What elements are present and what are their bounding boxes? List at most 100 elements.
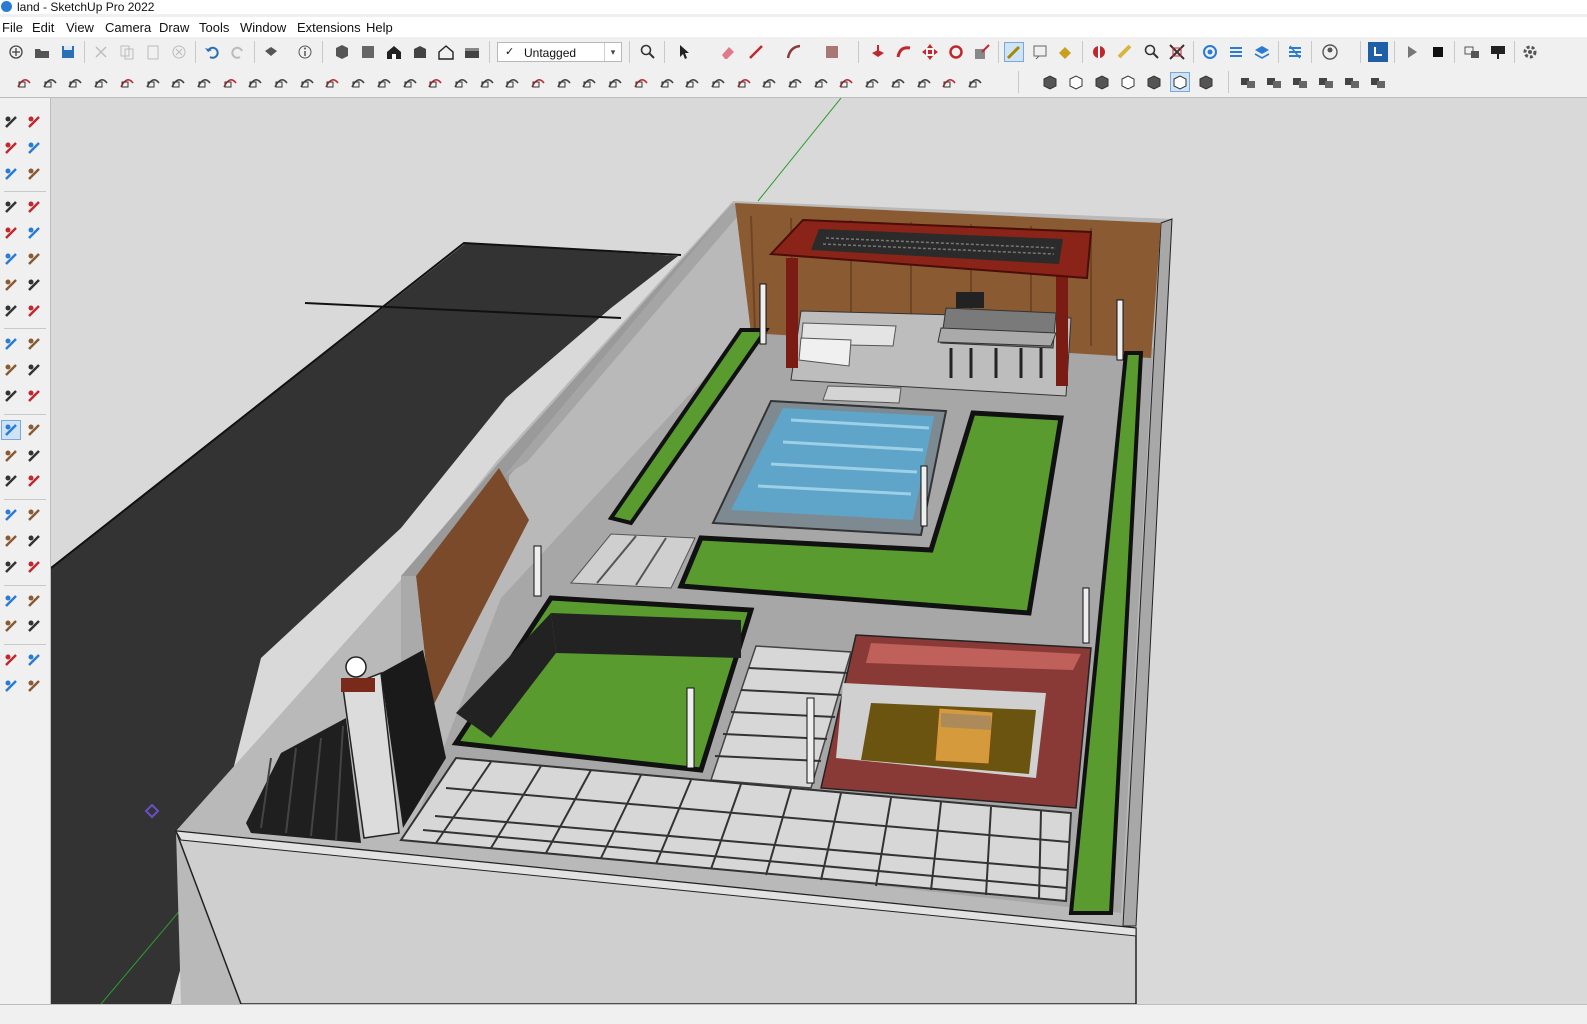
section-plane-icon[interactable] — [1089, 42, 1109, 62]
arc-icon[interactable] — [1, 275, 21, 295]
follow-me-and-keep-icon[interactable] — [400, 72, 420, 92]
chevron-down-icon[interactable]: ▾ — [604, 43, 621, 61]
fredo-scale-icon[interactable] — [502, 72, 522, 92]
axes-icon[interactable] — [1, 471, 21, 491]
circle-on-surface-icon[interactable] — [605, 72, 625, 92]
tag-dropdown[interactable]: ✓ Untagged ▾ — [497, 42, 622, 62]
pie-icon[interactable] — [24, 275, 44, 295]
joint-push-pull-icon[interactable] — [322, 72, 342, 92]
paint-bucket-icon[interactable] — [1055, 42, 1075, 62]
polygon-on-surface-icon[interactable] — [631, 72, 651, 92]
scene-icon[interactable] — [1462, 42, 1482, 62]
fillet-icon[interactable] — [220, 72, 240, 92]
sandbox-from-scratch-icon[interactable] — [40, 72, 60, 92]
styles-icon[interactable] — [1368, 72, 1388, 92]
offset-on-surface-icon[interactable] — [554, 72, 574, 92]
copy-icon[interactable] — [117, 42, 137, 62]
model-info-icon[interactable] — [295, 42, 315, 62]
stop-icon[interactable] — [1428, 42, 1448, 62]
paint-bucket-icon[interactable] — [1, 138, 21, 158]
freehand-icon[interactable] — [24, 197, 44, 217]
flip-edge-icon[interactable] — [168, 72, 188, 92]
lathe-icon[interactable] — [451, 72, 471, 92]
open-icon[interactable] — [32, 42, 52, 62]
menu-view[interactable]: View — [66, 20, 94, 35]
position-camera-icon[interactable] — [1, 591, 21, 611]
arc-icon[interactable] — [784, 42, 804, 62]
two-point-arc-icon[interactable] — [1, 301, 21, 321]
extension-manager-icon[interactable] — [24, 676, 44, 696]
weld-icon[interactable] — [939, 72, 959, 92]
xray-icon[interactable] — [1040, 72, 1060, 92]
zoom-extents-icon[interactable] — [1167, 42, 1187, 62]
make-face-icon[interactable] — [759, 72, 779, 92]
menu-edit[interactable]: Edit — [32, 20, 54, 35]
group-icon[interactable] — [1264, 72, 1284, 92]
line-icon[interactable] — [746, 42, 766, 62]
tape-measure-icon[interactable] — [1, 419, 21, 440]
new-file-icon[interactable] — [6, 42, 26, 62]
rectangle-icon[interactable] — [1, 223, 21, 243]
viewport-canvas[interactable] — [51, 98, 1587, 1004]
extrude-icon[interactable] — [271, 72, 291, 92]
save-icon[interactable] — [58, 42, 78, 62]
shaded-textures-icon[interactable] — [1170, 72, 1190, 92]
layout-icon[interactable] — [1252, 42, 1272, 62]
right-view-icon[interactable] — [410, 42, 430, 62]
arc-on-surface-icon[interactable] — [682, 72, 702, 92]
followme-icon[interactable] — [24, 360, 44, 380]
back-view-icon[interactable] — [436, 42, 456, 62]
materials-icon[interactable] — [1342, 72, 1362, 92]
drape-icon[interactable] — [117, 72, 137, 92]
thru-paths-icon[interactable] — [425, 72, 445, 92]
cleanup-icon[interactable] — [914, 72, 934, 92]
component-icon[interactable] — [1238, 72, 1258, 92]
hidden-line-icon[interactable] — [1118, 72, 1138, 92]
look-around-icon[interactable] — [24, 591, 44, 611]
line-on-surface-icon[interactable] — [579, 72, 599, 92]
warehouse-icon[interactable] — [1, 650, 21, 670]
menu-camera[interactable]: Camera — [105, 20, 151, 35]
followme-icon[interactable] — [894, 42, 914, 62]
zoom-icon[interactable] — [1, 531, 21, 551]
left-view-icon[interactable] — [462, 42, 482, 62]
pushpull-icon[interactable] — [868, 42, 888, 62]
menu-help[interactable]: Help — [366, 20, 393, 35]
menu-draw[interactable]: Draw — [159, 20, 189, 35]
normal-push-pull-icon[interactable] — [374, 72, 394, 92]
pushpull-icon[interactable] — [24, 334, 44, 354]
iso-view-icon[interactable] — [332, 42, 352, 62]
eraser-icon[interactable] — [24, 138, 44, 158]
redo-icon[interactable] — [228, 42, 248, 62]
solid-inspector-icon[interactable] — [888, 72, 908, 92]
paste-icon[interactable] — [143, 42, 163, 62]
print-icon[interactable] — [261, 42, 281, 62]
1001bit-icon[interactable] — [836, 72, 856, 92]
scale-icon[interactable] — [1, 386, 21, 406]
protractor-icon[interactable] — [1, 446, 21, 466]
vector-push-pull-icon[interactable] — [348, 72, 368, 92]
layout-icon[interactable] — [1, 676, 21, 696]
text-icon[interactable] — [24, 446, 44, 466]
dibac-wall-icon[interactable] — [785, 72, 805, 92]
chamfer-icon[interactable] — [245, 72, 265, 92]
layers-icon[interactable] — [1316, 72, 1336, 92]
warehouse-icon[interactable] — [1200, 42, 1220, 62]
add-detail-icon[interactable] — [143, 72, 163, 92]
shaded-icon[interactable] — [1144, 72, 1164, 92]
shape-bender-icon[interactable] — [477, 72, 497, 92]
three-point-arc-icon[interactable] — [24, 301, 44, 321]
move-icon[interactable] — [920, 42, 940, 62]
stamp-icon[interactable] — [91, 72, 111, 92]
select-icon[interactable] — [674, 42, 694, 62]
eraser-icon[interactable] — [718, 42, 738, 62]
text-icon[interactable] — [1030, 42, 1050, 62]
camera-tool-icon[interactable] — [1488, 42, 1508, 62]
round-corner-icon[interactable] — [194, 72, 214, 92]
extension-warehouse-icon[interactable] — [1226, 42, 1246, 62]
solid-tools-icon[interactable] — [965, 72, 985, 92]
footprints-icon[interactable] — [1, 616, 21, 636]
section-arrow-icon[interactable] — [24, 616, 44, 636]
tape-measure-icon[interactable] — [1004, 42, 1024, 62]
extension-manager-icon[interactable] — [1285, 42, 1305, 62]
